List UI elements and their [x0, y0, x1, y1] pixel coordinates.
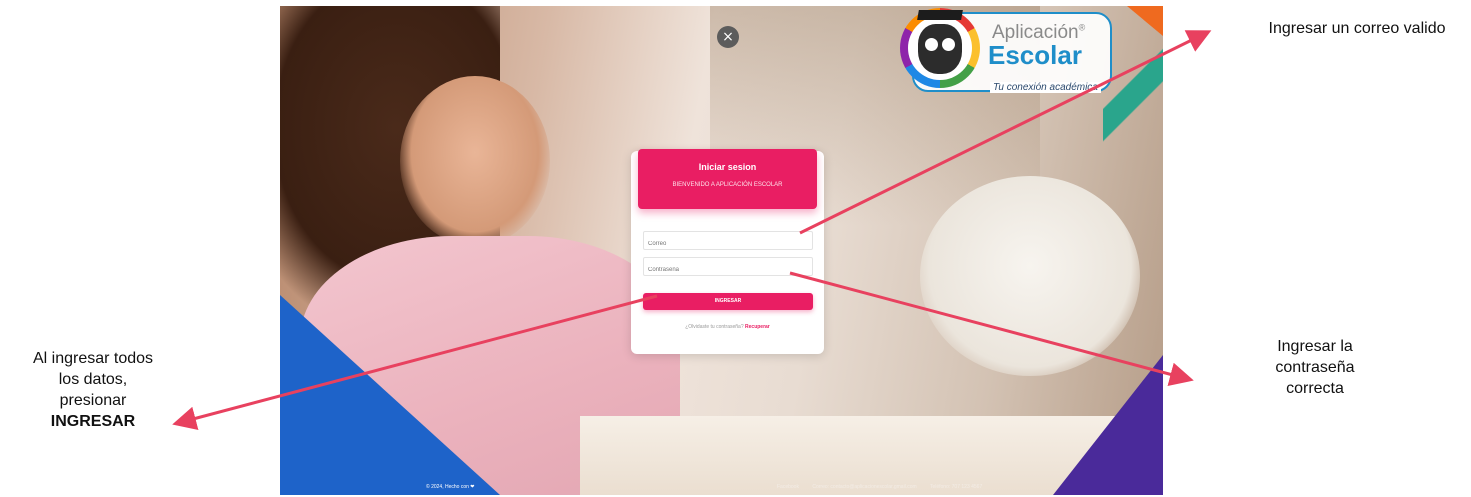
- footer-email[interactable]: Correo: contacto@aplicacionescolar.gmail…: [812, 484, 916, 490]
- blue-corner-shape: [280, 295, 500, 495]
- facebook-link[interactable]: Facebook: [777, 484, 799, 490]
- submit-annotation-line1: Al ingresar todos: [32, 350, 154, 367]
- password-input[interactable]: [644, 262, 812, 278]
- password-annotation-line3: correcta: [1286, 380, 1344, 397]
- email-input[interactable]: [644, 236, 812, 252]
- forgot-password-text: ¿Olvidaste tu contraseña?: [685, 324, 744, 330]
- password-annotation-line1: Ingresar la: [1277, 338, 1353, 355]
- background-face: [400, 76, 550, 246]
- login-card-header: Iniciar sesion BIENVENIDO A APLICACIÓN E…: [638, 149, 817, 209]
- violet-corner-shape: [1053, 355, 1163, 495]
- login-screenshot: × Aplicación® Escolar Tu conexión académ…: [280, 6, 1163, 495]
- logo-tagline: Tu conexión académica: [990, 82, 1101, 93]
- footer-copyright: © 2024, Hecho con ❤: [426, 484, 474, 490]
- email-field[interactable]: [643, 231, 813, 252]
- owl-logo-icon: [900, 8, 980, 88]
- copyright-text: © 2024, Hecho con: [426, 484, 469, 490]
- submit-annotation-line4: INGRESAR: [50, 413, 136, 430]
- login-card: Iniciar sesion BIENVENIDO A APLICACIÓN E…: [631, 149, 824, 354]
- owl-body: [918, 24, 962, 74]
- email-annotation: Ingresar un correo valido: [1268, 20, 1446, 37]
- owl-eye-right: [940, 36, 957, 53]
- graduation-cap-icon: [917, 10, 963, 20]
- login-subtitle: BIENVENIDO A APLICACIÓN ESCOLAR: [672, 182, 783, 188]
- footer-phone: Teléfono: 707 123 4567: [929, 484, 983, 490]
- submit-annotation-line2: los datos,: [58, 371, 128, 388]
- password-annotation-line2: contraseña: [1275, 359, 1355, 376]
- footer-contact: Facebook Correo: contacto@aplicacionesco…: [777, 484, 994, 490]
- ingresar-button[interactable]: INGRESAR: [643, 293, 813, 310]
- orange-corner-shape: [1127, 6, 1163, 36]
- forgot-password-row: ¿Olvidaste tu contraseña? Recuperar: [631, 324, 824, 330]
- stage: × Aplicación® Escolar Tu conexión académ…: [0, 0, 1471, 497]
- password-annotation: Ingresar la contraseña correcta: [1255, 336, 1375, 399]
- heart-icon: ❤: [470, 484, 475, 490]
- login-title: Iniciar sesion: [698, 162, 757, 172]
- recover-link[interactable]: Recuperar: [745, 324, 770, 330]
- app-logo: Aplicación® Escolar Tu conexión académic…: [900, 8, 1115, 98]
- submit-annotation: Al ingresar todos los datos, presionar I…: [8, 348, 178, 432]
- password-field[interactable]: [643, 257, 813, 278]
- background-teddy-bear: [920, 176, 1140, 376]
- submit-annotation-line3: presionar: [59, 392, 127, 409]
- logo-name-bottom: Escolar: [988, 40, 1082, 70]
- owl-eye-left: [923, 36, 940, 53]
- close-button[interactable]: ×: [717, 26, 739, 48]
